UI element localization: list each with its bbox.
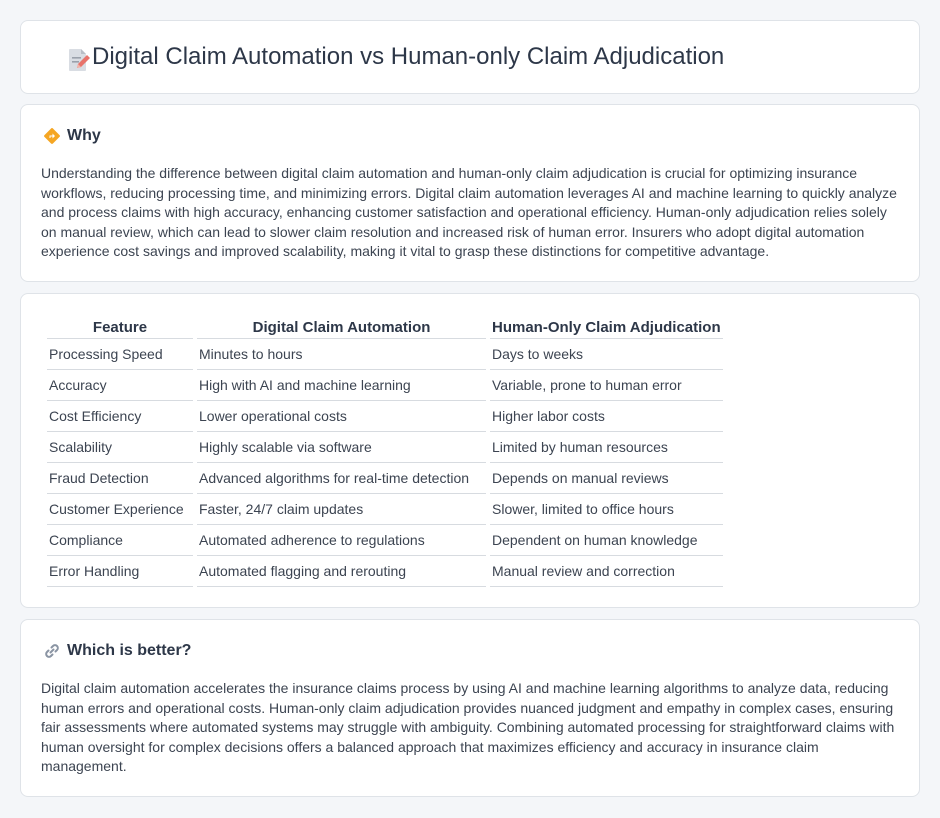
which-better-body: Digital claim automation accelerates the… — [41, 680, 895, 775]
table-row: Customer Experience Faster, 24/7 claim u… — [47, 494, 723, 525]
table-cell: Lower operational costs — [197, 401, 486, 432]
table-cell: Variable, prone to human error — [490, 370, 723, 401]
table-cell: Faster, 24/7 claim updates — [197, 494, 486, 525]
table-cell: Days to weeks — [490, 339, 723, 370]
column-header-human: Human-Only Claim Adjudication — [490, 316, 723, 339]
table-row: Error Handling Automated flagging and re… — [47, 556, 723, 587]
link-icon — [43, 642, 61, 660]
table-cell: Minutes to hours — [197, 339, 486, 370]
table-row: Compliance Automated adherence to regula… — [47, 525, 723, 556]
which-better-header: Which is better? — [43, 642, 191, 660]
table-cell: Advanced algorithms for real-time detect… — [197, 463, 486, 494]
why-section: Why Understanding the difference between… — [20, 104, 920, 282]
document-pencil-icon — [65, 46, 93, 74]
table-cell: Processing Speed — [47, 339, 193, 370]
comparison-section: Feature Digital Claim Automation Human-O… — [20, 293, 920, 608]
table-header-row: Feature Digital Claim Automation Human-O… — [47, 316, 723, 339]
why-header: Why — [43, 127, 101, 145]
table-row: Scalability Highly scalable via software… — [47, 432, 723, 463]
table-row: Processing Speed Minutes to hours Days t… — [47, 339, 723, 370]
table-row: Cost Efficiency Lower operational costs … — [47, 401, 723, 432]
table-cell: Dependent on human knowledge — [490, 525, 723, 556]
table-cell: Customer Experience — [47, 494, 193, 525]
which-better-heading: Which is better? — [67, 642, 192, 659]
title-card: Digital Claim Automation vs Human-only C… — [20, 20, 920, 94]
table-cell: Fraud Detection — [47, 463, 193, 494]
table-cell: Depends on manual reviews — [490, 463, 723, 494]
table-cell: Slower, limited to office hours — [490, 494, 723, 525]
table-cell: Compliance — [47, 525, 193, 556]
table-cell: Limited by human resources — [490, 432, 723, 463]
why-heading: Why — [67, 127, 101, 144]
table-row: Fraud Detection Advanced algorithms for … — [47, 463, 723, 494]
diamond-sign-icon — [43, 127, 61, 145]
why-body: Understanding the difference between dig… — [41, 165, 897, 260]
table-row: Accuracy High with AI and machine learni… — [47, 370, 723, 401]
which-better-section: Which is better? Digital claim automatio… — [20, 619, 920, 797]
table-cell: Higher labor costs — [490, 401, 723, 432]
comparison-table: Feature Digital Claim Automation Human-O… — [43, 316, 727, 587]
page-title: Digital Claim Automation vs Human-only C… — [92, 43, 725, 70]
table-cell: Manual review and correction — [490, 556, 723, 587]
table-cell: Cost Efficiency — [47, 401, 193, 432]
table-cell: High with AI and machine learning — [197, 370, 486, 401]
table-cell: Error Handling — [47, 556, 193, 587]
column-header-digital: Digital Claim Automation — [197, 316, 486, 339]
table-cell: Scalability — [47, 432, 193, 463]
table-cell: Accuracy — [47, 370, 193, 401]
table-cell: Automated flagging and rerouting — [197, 556, 486, 587]
table-cell: Automated adherence to regulations — [197, 525, 486, 556]
column-header-feature: Feature — [47, 316, 193, 339]
table-cell: Highly scalable via software — [197, 432, 486, 463]
